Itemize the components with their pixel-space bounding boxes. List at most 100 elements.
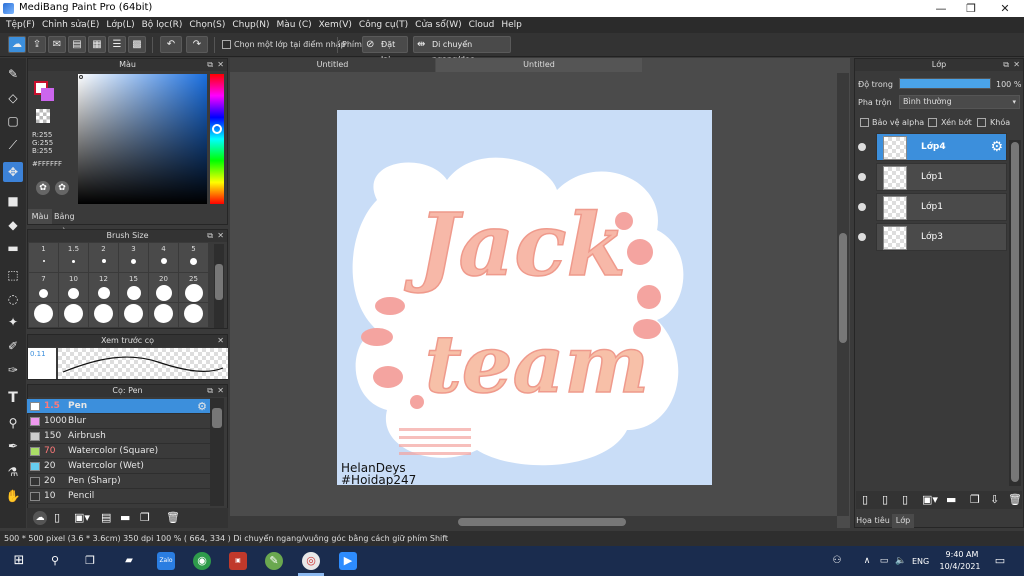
- panel-close-icon[interactable]: ✕: [217, 59, 224, 71]
- folder-icon[interactable]: ▬: [946, 493, 956, 506]
- dropper-pen-icon[interactable]: ✒: [3, 436, 23, 456]
- brush-size-cell[interactable]: [149, 303, 178, 327]
- zoom-icon[interactable]: ▶: [339, 552, 357, 570]
- brush-list-item[interactable]: 70 Watercolor (Square): [27, 444, 210, 459]
- brush-list-item[interactable]: 150 Airbrush: [27, 429, 210, 444]
- brush-list-item[interactable]: 1000 Blur: [27, 414, 210, 429]
- document-icon[interactable]: ▦: [88, 36, 106, 53]
- menu-filter[interactable]: Bộ lọc(R): [142, 20, 190, 30]
- paint-app-icon[interactable]: ✎: [265, 552, 283, 570]
- brush-size-cell[interactable]: 25: [179, 273, 208, 302]
- add-layer-menu-icon[interactable]: ▣▾: [922, 493, 938, 506]
- opacity-slider[interactable]: [899, 78, 991, 89]
- layer-scrollbar[interactable]: [1009, 140, 1021, 486]
- menu-tools[interactable]: Công cụ(T): [359, 20, 415, 30]
- operation-tool-icon[interactable]: ⚲: [3, 413, 23, 433]
- scrollbar-thumb[interactable]: [458, 518, 626, 526]
- delete-layer-icon[interactable]: 🗑: [1008, 493, 1022, 506]
- menu-select[interactable]: Chọn(S): [189, 20, 232, 30]
- vertical-scrollbar[interactable]: [837, 73, 849, 516]
- brush-list-item[interactable]: 10 Pencil: [27, 489, 210, 504]
- message-icon[interactable]: ▤: [68, 36, 86, 53]
- gear-icon[interactable]: ⚙: [197, 399, 207, 414]
- palette-icon[interactable]: ✿: [36, 181, 50, 195]
- horizontal-scrollbar[interactable]: [230, 516, 837, 528]
- cloud-icon[interactable]: ☁: [8, 36, 26, 53]
- file-explorer-icon[interactable]: ▰: [120, 552, 138, 570]
- tab-color[interactable]: Màu: [28, 209, 52, 224]
- brush-size-cell[interactable]: [29, 303, 58, 327]
- brush-size-cell[interactable]: 5: [179, 243, 208, 272]
- bucket-tool-icon[interactable]: ◆: [3, 215, 23, 235]
- menu-cloud[interactable]: Cloud: [469, 20, 502, 30]
- speaker-icon[interactable]: 🔈: [892, 552, 910, 570]
- blend-mode-select[interactable]: Bình thường ▾: [899, 95, 1020, 109]
- clock-time[interactable]: 9:40 AM: [942, 550, 982, 559]
- add-brush-cloud-icon[interactable]: ☁: [33, 511, 47, 525]
- layer-row[interactable]: Lớp3: [876, 223, 1007, 251]
- transparent-swatch[interactable]: [36, 109, 50, 123]
- select-layer-checkbox[interactable]: [222, 40, 231, 49]
- document-tab-2[interactable]: Untitled: [436, 58, 642, 72]
- scrollbar-thumb[interactable]: [839, 233, 847, 343]
- menu-help[interactable]: Help: [501, 20, 529, 30]
- brush-size-cell[interactable]: 4: [149, 243, 178, 272]
- scrollbar-thumb[interactable]: [215, 264, 223, 300]
- app-red-icon[interactable]: ▣: [229, 552, 247, 570]
- brush-tool-icon[interactable]: ✎: [3, 64, 23, 84]
- new-layer-1bit-icon[interactable]: ▯: [902, 493, 908, 506]
- undock-icon[interactable]: ⧉: [207, 230, 213, 242]
- panel-close-icon[interactable]: ✕: [1013, 59, 1020, 71]
- clip-checkbox[interactable]: [928, 118, 937, 127]
- tab-layer[interactable]: Lớp: [892, 514, 914, 528]
- tab-palette[interactable]: Bảng màu: [54, 209, 94, 236]
- language-indicator[interactable]: ENG: [912, 557, 929, 566]
- brush-size-cell[interactable]: [89, 303, 118, 327]
- clock-date[interactable]: 10/4/2021: [938, 562, 982, 571]
- undock-icon[interactable]: ⧉: [207, 59, 213, 71]
- rectangle-tool-icon[interactable]: ▢: [3, 111, 23, 131]
- menu-view[interactable]: Xem(V): [319, 20, 359, 30]
- saturation-value-picker[interactable]: [78, 74, 207, 204]
- brush-list-item[interactable]: 20 Pen (Sharp): [27, 474, 210, 489]
- reset-button[interactable]: ⊘ Đặt lại: [362, 36, 408, 64]
- line-tool-icon[interactable]: ⟋: [3, 135, 23, 155]
- brush-size-cell[interactable]: 15: [119, 273, 148, 302]
- tray-chevron-icon[interactable]: ∧: [858, 552, 876, 570]
- new-layer-icon[interactable]: ▯: [862, 493, 868, 506]
- scrollbar-thumb[interactable]: [1011, 142, 1019, 482]
- undo-icon[interactable]: ↶: [160, 36, 182, 53]
- menu-window[interactable]: Cửa sổ(W): [415, 20, 468, 30]
- brush-list-item[interactable]: 1.5 Pen ⚙: [27, 399, 210, 414]
- select-eraser-icon[interactable]: ✑: [3, 360, 23, 380]
- select-pen-icon[interactable]: ✐: [3, 336, 23, 356]
- undock-icon[interactable]: ⧉: [207, 385, 213, 397]
- tab-material[interactable]: Họa tiêu: [856, 514, 890, 528]
- grid-icon[interactable]: ▩: [128, 36, 146, 53]
- brush-list-scrollbar[interactable]: [210, 398, 224, 506]
- brush-size-cell[interactable]: 3: [119, 243, 148, 272]
- protect-alpha-checkbox[interactable]: [860, 118, 869, 127]
- text-tool-icon[interactable]: T: [3, 388, 23, 408]
- artwork-canvas[interactable]: Jack team HelanDeys #Hoidap247: [337, 110, 712, 485]
- hand-tool-icon[interactable]: ✋: [3, 486, 23, 506]
- delete-brush-icon[interactable]: 🗑: [166, 511, 180, 524]
- brush-size-scrollbar[interactable]: [214, 244, 224, 328]
- brush-size-cell[interactable]: 12: [89, 273, 118, 302]
- task-view-icon[interactable]: ❐: [81, 552, 99, 570]
- eyedropper-icon[interactable]: ⚗: [3, 462, 23, 482]
- layer-row[interactable]: Lớp1: [876, 163, 1007, 191]
- brush-size-cell[interactable]: [179, 303, 208, 327]
- minimize-button[interactable]: —: [926, 0, 956, 17]
- comment-icon[interactable]: ✉: [48, 36, 66, 53]
- eye-icon[interactable]: [858, 143, 866, 151]
- notification-icon[interactable]: ▭: [991, 552, 1009, 570]
- panel-close-icon[interactable]: ✕: [217, 335, 224, 347]
- redo-icon[interactable]: ↷: [186, 36, 208, 53]
- layer-row[interactable]: Lớp4 ⚙: [876, 133, 1007, 161]
- brush-size-cell[interactable]: 2: [89, 243, 118, 272]
- copy-brush-icon[interactable]: ❐: [140, 511, 150, 524]
- document-tab-1[interactable]: Untitled: [230, 58, 435, 72]
- brush-size-cell[interactable]: 1: [29, 243, 58, 272]
- move-tool-icon[interactable]: ✥: [3, 162, 23, 182]
